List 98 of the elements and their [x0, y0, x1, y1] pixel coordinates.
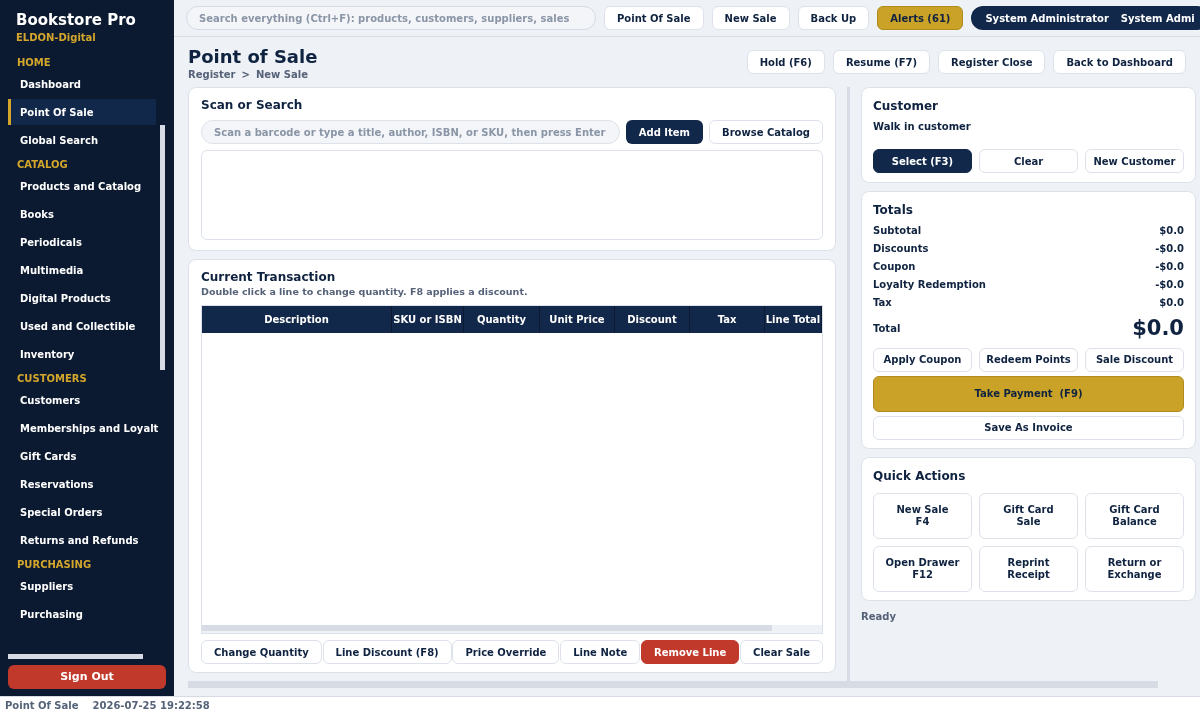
- scrollbar[interactable]: [8, 654, 143, 659]
- card-title: Customer: [873, 98, 940, 115]
- quick-action-button[interactable]: Return or Exchange: [1085, 545, 1184, 592]
- total-label: Tax: [873, 295, 892, 310]
- card-title: Current Transaction: [201, 269, 337, 285]
- column-header[interactable]: Description: [202, 306, 392, 334]
- remove-line-button[interactable]: Remove Line: [641, 640, 740, 664]
- total-value: -$0.0: [1155, 259, 1184, 274]
- sidebar-item[interactable]: Suppliers: [8, 573, 156, 599]
- sidebar-item[interactable]: Point Of Sale: [8, 99, 156, 125]
- sidebar-item[interactable]: Customers: [8, 387, 156, 413]
- card-title: Quick Actions: [873, 467, 967, 485]
- action-button[interactable]: Register Close: [938, 50, 1046, 74]
- status-text: Ready: [861, 609, 897, 624]
- action-button[interactable]: Hold (F6): [746, 50, 825, 74]
- breadcrumb-item[interactable]: Register: [188, 67, 236, 82]
- action-button[interactable]: Price Override: [452, 640, 560, 664]
- hint-text: Double click a line to change quantity. F8 applies a discount.: [201, 285, 529, 299]
- action-button[interactable]: Resume (F7): [832, 50, 931, 74]
- app-subtitle: ELDON-Digital: [16, 31, 97, 45]
- page-title: Point of Sale: [188, 47, 318, 67]
- column-header[interactable]: Discount: [615, 306, 690, 334]
- save-invoice-button[interactable]: Save As Invoice: [873, 415, 1184, 440]
- sidebar-item[interactable]: Digital Products: [8, 285, 156, 311]
- quick-action-button[interactable]: Open Drawer F12: [873, 545, 972, 592]
- action-button[interactable]: Apply Coupon: [873, 347, 972, 372]
- section-heading: HOME: [16, 55, 52, 70]
- sidebar-item[interactable]: Purchasing: [8, 601, 156, 627]
- sidebar-item[interactable]: Memberships and Loyalt: [8, 415, 156, 441]
- sidebar-item[interactable]: Returns and Refunds: [8, 527, 156, 553]
- action-button[interactable]: Line Discount (F8): [322, 640, 452, 664]
- column-header[interactable]: SKU or ISBN: [392, 306, 464, 334]
- total-value: -$0.0: [1155, 241, 1184, 256]
- section-heading: CUSTOMERS: [16, 371, 88, 386]
- sidebar-item[interactable]: Multimedia: [8, 257, 156, 283]
- user-name: System Administrator: [985, 11, 1109, 26]
- column-header[interactable]: Unit Price: [540, 306, 615, 334]
- customer-name: Walk in customer: [873, 120, 972, 134]
- search-field[interactable]: Search everything (Ctrl+F): products, customers, suppliers, sales: [186, 6, 596, 30]
- column-header[interactable]: Quantity: [464, 306, 540, 334]
- breadcrumb-separator: >: [241, 68, 250, 82]
- action-button[interactable]: Back to Dashboard: [1053, 50, 1186, 74]
- total-label: Discounts: [873, 241, 929, 256]
- customer-button[interactable]: Clear: [979, 149, 1078, 173]
- action-button[interactable]: Clear Sale: [740, 640, 823, 664]
- sidebar-item[interactable]: Inventory: [8, 341, 156, 367]
- sidebar-item[interactable]: Products and Catalog: [8, 173, 156, 199]
- customer-button[interactable]: New Customer: [1085, 149, 1184, 173]
- browse-catalog-button[interactable]: Browse Catalog: [709, 120, 823, 144]
- sidebar-item[interactable]: Periodicals: [8, 229, 156, 255]
- alerts-button[interactable]: Alerts (61): [877, 6, 964, 30]
- sidebar-item[interactable]: Global Search: [8, 127, 156, 153]
- total-value: $0.0: [1159, 295, 1184, 310]
- action-button[interactable]: Change Quantity: [201, 640, 322, 664]
- column-header[interactable]: Tax: [690, 306, 765, 334]
- add-item-button[interactable]: Add Item: [625, 120, 704, 144]
- total-value: $0.0: [1159, 223, 1184, 238]
- scrollbar[interactable]: [160, 125, 165, 370]
- card-title: Scan or Search: [201, 97, 304, 114]
- toolbar-button[interactable]: Back Up: [797, 6, 870, 30]
- scrollbar[interactable]: [202, 625, 772, 631]
- column-header[interactable]: Line Total: [765, 306, 822, 334]
- action-button[interactable]: Sale Discount: [1085, 347, 1184, 372]
- customer-button[interactable]: Select (F3): [873, 149, 972, 173]
- search-results-list[interactable]: [201, 150, 823, 240]
- sidebar-item[interactable]: Dashboard: [8, 71, 156, 97]
- sidebar-item[interactable]: Special Orders: [8, 499, 156, 525]
- breadcrumb-item[interactable]: New Sale: [255, 67, 308, 82]
- section-heading: PURCHASING: [16, 557, 93, 572]
- user-menu[interactable]: System Administrator System Admi: [971, 6, 1200, 30]
- total-label: Coupon: [873, 259, 916, 274]
- action-button[interactable]: Redeem Points: [979, 347, 1078, 372]
- toolbar-button[interactable]: Point Of Sale: [604, 6, 704, 30]
- card-title: Totals: [873, 202, 914, 219]
- sign-out-button[interactable]: Sign Out: [8, 665, 166, 689]
- toolbar-button[interactable]: New Sale: [711, 6, 790, 30]
- total-label: Loyalty Redemption: [873, 277, 986, 292]
- app-title: Bookstore Pro: [16, 10, 137, 30]
- quick-action-button[interactable]: Gift Card Sale: [979, 492, 1078, 539]
- scan-field[interactable]: Scan a barcode or type a title, author, ISBN, or SKU, then press Enter: [201, 120, 620, 144]
- scrollbar[interactable]: [188, 681, 1158, 688]
- total-label: Total: [873, 322, 901, 337]
- take-payment-button[interactable]: Take Payment (F9): [873, 375, 1184, 412]
- quick-action-button[interactable]: New Sale F4: [873, 492, 972, 539]
- total-label: Subtotal: [873, 223, 922, 238]
- quick-action-button[interactable]: Gift Card Balance: [1085, 492, 1184, 539]
- sidebar-item[interactable]: Gift Cards: [8, 443, 156, 469]
- total-value: $0.0: [1132, 315, 1184, 342]
- quick-action-button[interactable]: Reprint Receipt: [979, 545, 1078, 592]
- total-value: -$0.0: [1155, 277, 1184, 292]
- sidebar-item[interactable]: Reservations: [8, 471, 156, 497]
- section-heading: CATALOG: [16, 157, 69, 172]
- status-time: 2026-07-25 19:22:58: [92, 698, 210, 713]
- action-button[interactable]: Line Note: [560, 640, 641, 664]
- user-role: System Admi: [1120, 11, 1195, 26]
- sidebar-item[interactable]: Books: [8, 201, 156, 227]
- status-module: Point Of Sale: [5, 698, 79, 713]
- sidebar-item[interactable]: Used and Collectible: [8, 313, 156, 339]
